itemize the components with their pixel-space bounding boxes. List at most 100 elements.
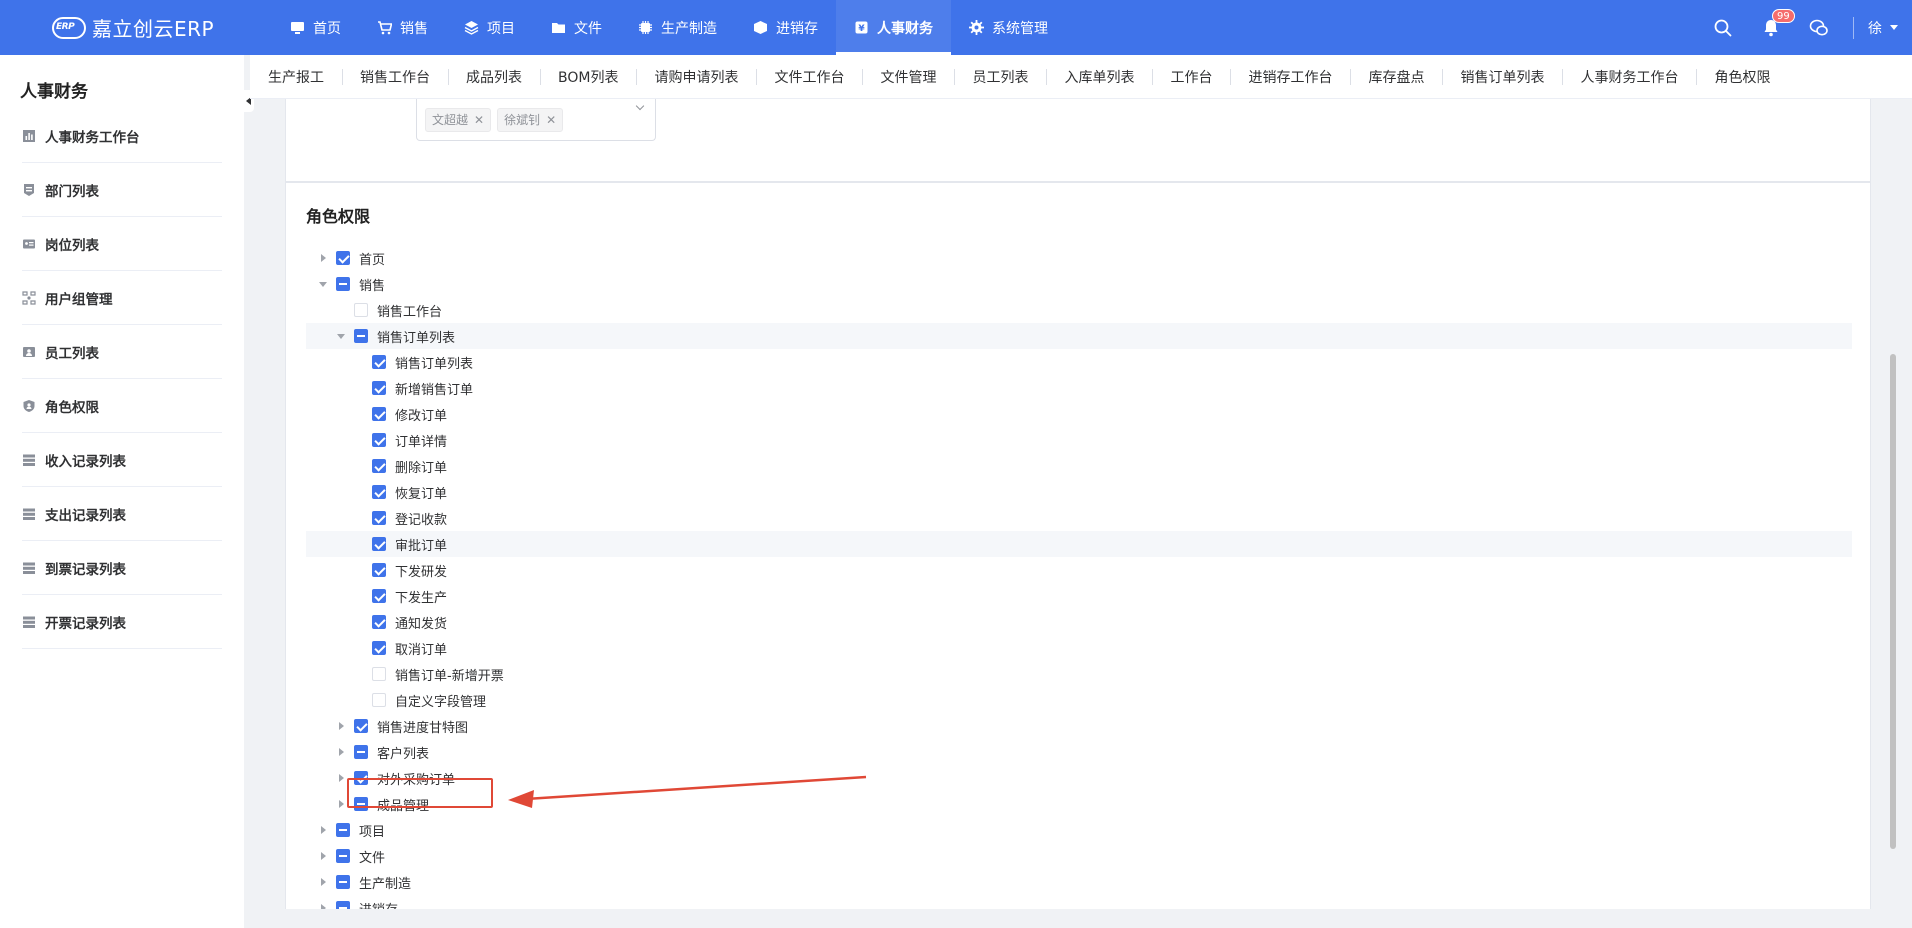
nav-item-2[interactable]: 项目 [446, 0, 533, 55]
permission-checkbox[interactable] [372, 485, 386, 499]
tree-node[interactable]: 自定义字段管理 [306, 687, 1852, 713]
tree-node[interactable]: 订单详情 [306, 427, 1852, 453]
tab-2[interactable]: 成品列表 [448, 55, 540, 99]
tree-node[interactable]: 销售进度甘特图 [306, 713, 1852, 739]
permission-checkbox[interactable] [354, 329, 368, 343]
tab-7[interactable]: 员工列表 [954, 55, 1046, 99]
nav-item-7[interactable]: 系统管理 [951, 0, 1066, 55]
sidebar-item-8[interactable]: 到票记录列表 [22, 541, 222, 595]
permission-checkbox[interactable] [372, 433, 386, 447]
sidebar-item-3[interactable]: 用户组管理 [22, 271, 222, 325]
caret-right-icon[interactable] [318, 869, 330, 895]
permission-checkbox[interactable] [372, 641, 386, 655]
caret-down-icon[interactable] [318, 271, 330, 297]
caret-right-icon[interactable] [336, 739, 348, 765]
tree-node[interactable]: 销售订单列表 [306, 323, 1852, 349]
sidebar-item-6[interactable]: 收入记录列表 [22, 433, 222, 487]
permission-checkbox[interactable] [336, 849, 350, 863]
search-icon[interactable] [1713, 18, 1733, 38]
sidebar-item-0[interactable]: 人事财务工作台 [22, 109, 222, 163]
tab-9[interactable]: 工作台 [1152, 55, 1230, 99]
permission-checkbox[interactable] [372, 459, 386, 473]
tab-4[interactable]: 请购申请列表 [636, 55, 756, 99]
sidebar-item-7[interactable]: 支出记录列表 [22, 487, 222, 541]
caret-down-icon[interactable] [336, 323, 348, 349]
permission-checkbox[interactable] [336, 875, 350, 889]
tab-13[interactable]: 人事财务工作台 [1562, 55, 1696, 99]
nav-item-6[interactable]: ¥ 人事财务 [836, 0, 951, 55]
chevron-down-icon[interactable] [635, 101, 645, 111]
tab-0[interactable]: 生产报工 [250, 55, 342, 99]
tab-12[interactable]: 销售订单列表 [1442, 55, 1562, 99]
nav-item-3[interactable]: 文件 [533, 0, 620, 55]
sidebar-item-2[interactable]: 岗位列表 [22, 217, 222, 271]
tree-node[interactable]: 审批订单 [306, 531, 1852, 557]
tree-node[interactable]: 销售订单列表 [306, 349, 1852, 375]
tree-node[interactable]: 下发研发 [306, 557, 1852, 583]
permission-checkbox[interactable] [336, 277, 350, 291]
nav-item-4[interactable]: 生产制造 [620, 0, 735, 55]
vertical-scrollbar[interactable] [1888, 99, 1898, 909]
app-logo[interactable]: ERP 嘉立创云ERP [0, 0, 272, 55]
permission-checkbox[interactable] [354, 303, 368, 317]
permission-checkbox[interactable] [372, 667, 386, 681]
permission-checkbox[interactable] [372, 589, 386, 603]
caret-right-icon[interactable] [336, 713, 348, 739]
tree-node[interactable]: 登记收款 [306, 505, 1852, 531]
permission-checkbox[interactable] [354, 745, 368, 759]
caret-right-icon[interactable] [318, 245, 330, 271]
tree-node[interactable]: 销售订单-新增开票 [306, 661, 1852, 687]
tab-10[interactable]: 进销存工作台 [1230, 55, 1350, 99]
tab-14[interactable]: 角色权限 [1696, 55, 1788, 99]
permission-checkbox[interactable] [372, 381, 386, 395]
tab-11[interactable]: 库存盘点 [1350, 55, 1442, 99]
tree-node[interactable]: 新增销售订单 [306, 375, 1852, 401]
tree-node[interactable]: 客户列表 [306, 739, 1852, 765]
permission-checkbox[interactable] [336, 901, 350, 909]
scrollbar-thumb[interactable] [1890, 354, 1896, 849]
permission-checkbox[interactable] [372, 407, 386, 421]
tree-node[interactable]: 下发生产 [306, 583, 1852, 609]
tree-node[interactable]: 修改订单 [306, 401, 1852, 427]
user-menu-caret-icon[interactable] [1890, 25, 1898, 30]
caret-right-icon[interactable] [318, 817, 330, 843]
sidebar-item-9[interactable]: 开票记录列表 [22, 595, 222, 649]
tree-node[interactable]: 通知发货 [306, 609, 1852, 635]
tab-6[interactable]: 文件管理 [862, 55, 954, 99]
tree-node[interactable]: 文件 [306, 843, 1852, 869]
tab-3[interactable]: BOM列表 [540, 55, 636, 99]
nav-item-0[interactable]: 首页 [272, 0, 359, 55]
permission-checkbox[interactable] [354, 719, 368, 733]
permission-checkbox[interactable] [372, 537, 386, 551]
permission-checkbox[interactable] [372, 615, 386, 629]
close-icon[interactable]: ✕ [546, 113, 556, 127]
permission-checkbox[interactable] [336, 823, 350, 837]
permission-checkbox[interactable] [372, 355, 386, 369]
tree-node[interactable]: 取消订单 [306, 635, 1852, 661]
sidebar-item-1[interactable]: 部门列表 [22, 163, 222, 217]
permission-checkbox[interactable] [372, 563, 386, 577]
tree-node[interactable]: 删除订单 [306, 453, 1852, 479]
sidebar-item-5[interactable]: 角色权限 [22, 379, 222, 433]
bell-icon[interactable]: 99 [1761, 8, 1795, 38]
user-avatar-name[interactable]: 徐 [1868, 18, 1882, 38]
caret-right-icon[interactable] [318, 895, 330, 909]
permission-checkbox[interactable] [372, 693, 386, 707]
tree-node[interactable]: 进销存 [306, 895, 1852, 909]
wechat-icon[interactable] [1809, 18, 1829, 38]
permission-checkbox[interactable] [372, 511, 386, 525]
tree-node[interactable]: 恢复订单 [306, 479, 1852, 505]
tree-node[interactable]: 生产制造 [306, 869, 1852, 895]
user-multi-select[interactable]: 文超越 ✕ 徐斌钊 ✕ [416, 99, 656, 141]
close-icon[interactable]: ✕ [474, 113, 484, 127]
nav-item-5[interactable]: 进销存 [735, 0, 836, 55]
tab-5[interactable]: 文件工作台 [756, 55, 862, 99]
tab-8[interactable]: 入库单列表 [1046, 55, 1152, 99]
tree-node[interactable]: 销售 [306, 271, 1852, 297]
permission-checkbox[interactable] [336, 251, 350, 265]
sidebar-item-4[interactable]: 员工列表 [22, 325, 222, 379]
tree-node[interactable]: 项目 [306, 817, 1852, 843]
tab-1[interactable]: 销售工作台 [342, 55, 448, 99]
tree-node[interactable]: 首页 [306, 245, 1852, 271]
tree-node[interactable]: 销售工作台 [306, 297, 1852, 323]
